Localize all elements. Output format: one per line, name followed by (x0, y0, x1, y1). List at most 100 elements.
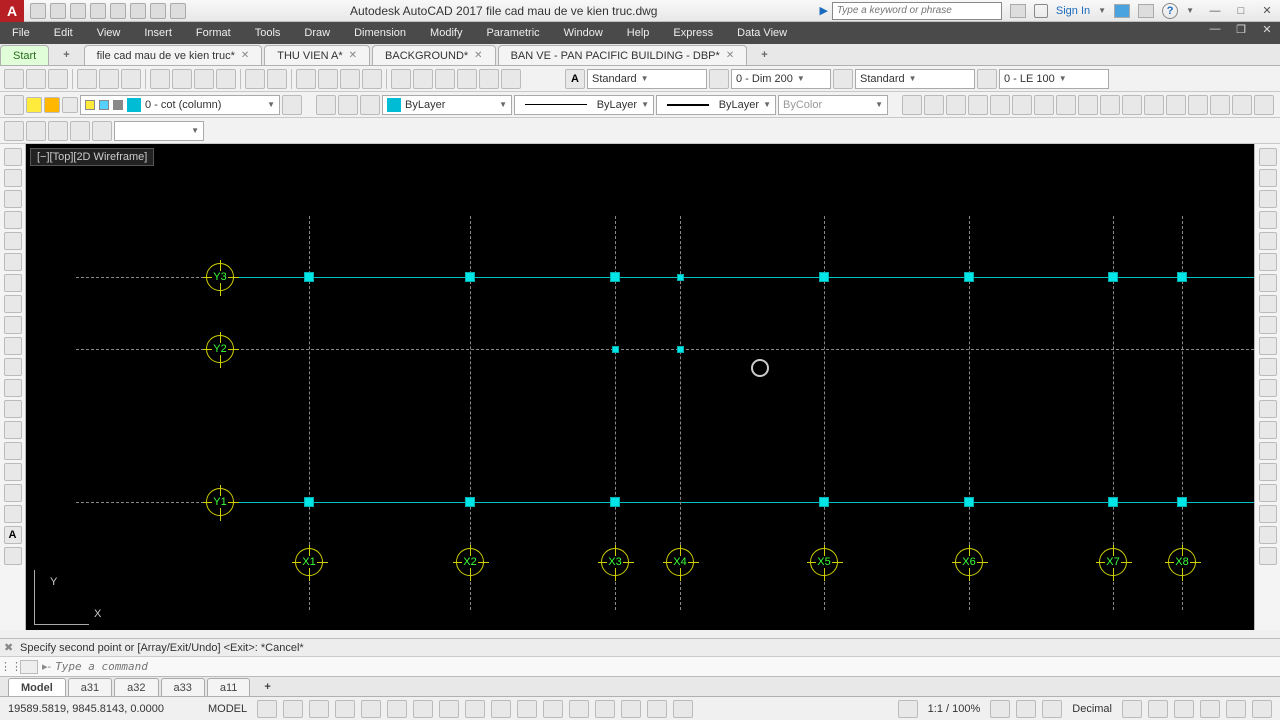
exchange-icon[interactable] (1114, 4, 1130, 18)
file-tab-1[interactable]: THU VIEN A*✕ (264, 45, 370, 65)
doc-close-icon[interactable]: ✕ (1254, 22, 1280, 36)
cmdline-grip-icon[interactable]: ⋮⋮ (0, 660, 20, 673)
arc-icon[interactable] (4, 253, 22, 271)
dim-ord-icon[interactable] (968, 95, 988, 115)
dim-dia-icon[interactable] (1012, 95, 1032, 115)
fillet-icon[interactable] (1259, 442, 1277, 460)
app-logo[interactable]: A (0, 0, 24, 22)
plotstyle-dropdown[interactable]: ByColor▼ (778, 95, 888, 115)
mtext-icon[interactable]: A (4, 526, 22, 544)
layer-on-icon[interactable] (26, 97, 42, 113)
close-button[interactable]: ✕ (1254, 4, 1280, 18)
aux-dropdown[interactable]: ▼ (114, 121, 204, 141)
spline-icon[interactable] (4, 316, 22, 334)
search-arrow-icon[interactable]: ▶ (815, 4, 831, 17)
signin-avatar-icon[interactable] (1034, 4, 1048, 18)
annomon-icon[interactable] (673, 700, 693, 718)
qat-new-icon[interactable] (30, 3, 46, 19)
grip[interactable] (610, 272, 620, 282)
tab-close-icon[interactable]: ✕ (349, 50, 357, 61)
isolate-icon[interactable] (1174, 700, 1194, 718)
dynamic-input-icon[interactable] (335, 700, 355, 718)
erase-icon[interactable] (1259, 148, 1277, 166)
qat-undo-icon[interactable] (110, 3, 126, 19)
viewport-label[interactable]: [−][Top][2D Wireframe] (30, 148, 154, 166)
layer-dropdown[interactable]: 0 - cot (column) ▼ (80, 95, 280, 115)
menu-format[interactable]: Format (184, 22, 243, 44)
qat-redo-icon[interactable] (130, 3, 146, 19)
grid-bubble-x3[interactable]: X3 (601, 548, 629, 576)
grip[interactable] (1177, 272, 1187, 282)
grid-bubble-y1[interactable]: Y1 (206, 488, 234, 516)
grid-bubble-y3[interactable]: Y3 (206, 263, 234, 291)
search-input[interactable] (832, 2, 1002, 20)
plot-icon[interactable] (77, 69, 97, 89)
signin-link[interactable]: Sign In (1056, 5, 1090, 17)
circle-icon[interactable] (4, 274, 22, 292)
menu-dataview[interactable]: Data View (725, 22, 799, 44)
quickprops-icon[interactable] (1122, 700, 1142, 718)
minimize-button[interactable]: — (1202, 4, 1228, 18)
line-icon[interactable] (4, 148, 22, 166)
point-icon[interactable] (4, 421, 22, 439)
properties-icon[interactable] (391, 69, 411, 89)
new-icon[interactable] (4, 69, 24, 89)
autoscale-icon[interactable] (898, 700, 918, 718)
menu-express[interactable]: Express (661, 22, 725, 44)
selected-line-y1[interactable] (226, 502, 1254, 503)
sel-filter-icon[interactable] (621, 700, 641, 718)
break-icon[interactable] (1259, 379, 1277, 397)
copy-icon[interactable] (172, 69, 192, 89)
tab-close-icon[interactable]: ✕ (241, 50, 249, 61)
help-dropdown-icon[interactable]: ▼ (1186, 6, 1194, 15)
status-coords[interactable]: 19589.5819, 9845.8143, 0.0000 (8, 703, 198, 715)
osnap-toggle-icon[interactable] (439, 700, 459, 718)
annomon2-icon[interactable] (1042, 700, 1062, 718)
textstyle-icon[interactable]: A (565, 69, 585, 89)
polygon-icon[interactable] (4, 211, 22, 229)
grip[interactable] (964, 497, 974, 507)
lineweight-dropdown[interactable]: ByLayer▼ (656, 95, 776, 115)
iso-toggle-icon[interactable] (413, 700, 433, 718)
layout-tab-0[interactable]: a31 (68, 678, 112, 696)
snap-toggle-icon[interactable] (283, 700, 303, 718)
menu-edit[interactable]: Edit (42, 22, 85, 44)
polar-toggle-icon[interactable] (387, 700, 407, 718)
layermgr-icon[interactable] (4, 95, 24, 115)
layer-prev-icon[interactable] (282, 95, 302, 115)
grip[interactable] (465, 497, 475, 507)
aux5-icon[interactable] (92, 121, 112, 141)
revcloud-icon[interactable] (4, 295, 22, 313)
dim-style-dropdown[interactable]: 0 - Dim 200▼ (731, 69, 831, 89)
tab-start-plus[interactable]: + (51, 45, 81, 65)
help-icon[interactable]: ? (1162, 3, 1178, 19)
region-icon[interactable] (4, 484, 22, 502)
grip[interactable] (819, 497, 829, 507)
menu-parametric[interactable]: Parametric (474, 22, 551, 44)
rectangle-icon[interactable] (4, 232, 22, 250)
color-dropdown[interactable]: ByLayer▼ (382, 95, 512, 115)
table-icon[interactable] (4, 505, 22, 523)
insert-icon[interactable] (4, 379, 22, 397)
annoscale-icon[interactable] (990, 700, 1010, 718)
custom-icon[interactable] (1252, 700, 1272, 718)
addsel-icon[interactable] (4, 547, 22, 565)
dim-center-icon[interactable] (1166, 95, 1186, 115)
cycling-icon[interactable] (569, 700, 589, 718)
grid-toggle-icon[interactable] (257, 700, 277, 718)
xline-icon[interactable] (4, 169, 22, 187)
grip[interactable] (610, 497, 620, 507)
tab-close-icon[interactable]: ✕ (474, 50, 482, 61)
stretch-icon[interactable] (1259, 316, 1277, 334)
command-input[interactable] (55, 660, 1280, 673)
qat-save-icon[interactable] (70, 3, 86, 19)
layer-lock-icon[interactable] (62, 97, 78, 113)
menu-tools[interactable]: Tools (243, 22, 293, 44)
layer-tool3-icon[interactable] (360, 95, 380, 115)
grid-bubble-x4[interactable]: X4 (666, 548, 694, 576)
ucs-icon[interactable] (34, 565, 94, 625)
tablestyle-icon[interactable] (833, 69, 853, 89)
grip[interactable] (677, 274, 684, 281)
grip[interactable] (1108, 497, 1118, 507)
chamfer-icon[interactable] (1259, 421, 1277, 439)
